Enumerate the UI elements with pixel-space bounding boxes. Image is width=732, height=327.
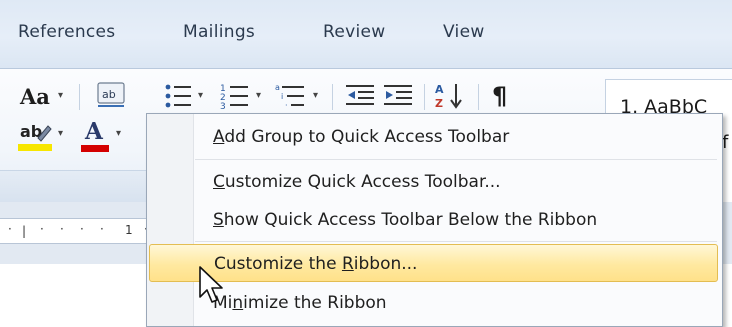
- svg-text:i: i: [281, 92, 283, 101]
- highlight-dropdown-icon[interactable]: ▾: [58, 128, 63, 139]
- horizontal-ruler[interactable]: ·| ·· ·· 1 ·: [0, 218, 160, 244]
- menu-item-customize-ribbon[interactable]: Customize the Ribbon...: [149, 244, 718, 282]
- ribbon-separator: [332, 84, 333, 110]
- ribbon-separator: [79, 84, 80, 110]
- highlighter-pen-icon: [37, 125, 52, 142]
- menu-item-label: Minimize the Ribbon: [213, 293, 387, 313]
- bullets-icon[interactable]: [163, 82, 195, 110]
- font-color-dropdown-icon[interactable]: ▾: [116, 128, 121, 139]
- menu-separator: [195, 241, 717, 242]
- svg-text:ab: ab: [102, 88, 116, 101]
- svg-text:3: 3: [220, 102, 226, 110]
- bullets-dropdown-icon[interactable]: ▾: [198, 90, 203, 101]
- increase-indent-icon[interactable]: [384, 82, 414, 110]
- font-color-letter: A: [85, 118, 103, 145]
- numbering-icon[interactable]: 1 2 3: [220, 82, 252, 110]
- menu-item-show-qat-below[interactable]: Show Quick Access Toolbar Below the Ribb…: [149, 201, 718, 239]
- mouse-pointer-icon: [199, 266, 223, 303]
- text-highlight-button[interactable]: ab: [18, 120, 54, 154]
- ribbon-tab-strip: References Mailings Review View: [0, 0, 732, 68]
- tab-references[interactable]: References: [18, 22, 115, 42]
- multilevel-list-icon[interactable]: a i ·: [275, 82, 309, 110]
- tab-mailings[interactable]: Mailings: [183, 22, 255, 42]
- change-case-dropdown-icon[interactable]: ▾: [58, 90, 63, 101]
- tab-view[interactable]: View: [443, 22, 485, 42]
- ribbon-separator: [478, 84, 479, 110]
- highlight-color-bar: [18, 144, 52, 151]
- svg-text:Z: Z: [435, 97, 443, 110]
- ribbon-separator: [424, 84, 425, 110]
- decrease-indent-icon[interactable]: [346, 82, 376, 110]
- svg-text:a: a: [275, 83, 280, 92]
- ruler-number: 1: [125, 223, 133, 237]
- change-case-button[interactable]: Aa: [20, 84, 50, 109]
- menu-item-label: Customize the Ribbon...: [214, 254, 418, 274]
- font-color-button[interactable]: A: [80, 118, 110, 154]
- menu-item-label: Customize Quick Access Toolbar...: [213, 172, 501, 192]
- svg-text:A: A: [435, 83, 444, 96]
- numbering-dropdown-icon[interactable]: ▾: [256, 90, 261, 101]
- tab-review[interactable]: Review: [323, 22, 385, 42]
- sort-icon[interactable]: A Z: [434, 80, 466, 112]
- menu-item-label: Show Quick Access Toolbar Below the Ribb…: [213, 210, 598, 230]
- menu-item-label: Add Group to Quick Access Toolbar: [213, 127, 510, 147]
- menu-separator: [195, 159, 717, 160]
- multilevel-dropdown-icon[interactable]: ▾: [313, 90, 318, 101]
- font-color-bar: [81, 145, 109, 152]
- ribbon-context-menu: Add Group to Quick Access Toolbar Custom…: [146, 113, 723, 327]
- text-effects-icon[interactable]: ab: [92, 80, 132, 112]
- menu-item-add-group-to-qat[interactable]: Add Group to Quick Access Toolbar: [149, 118, 718, 156]
- svg-text:·: ·: [285, 101, 288, 110]
- menu-item-minimize-ribbon[interactable]: Minimize the Ribbon: [149, 284, 718, 322]
- menu-item-customize-qat[interactable]: Customize Quick Access Toolbar...: [149, 163, 718, 201]
- show-formatting-marks-button[interactable]: ¶: [492, 82, 507, 110]
